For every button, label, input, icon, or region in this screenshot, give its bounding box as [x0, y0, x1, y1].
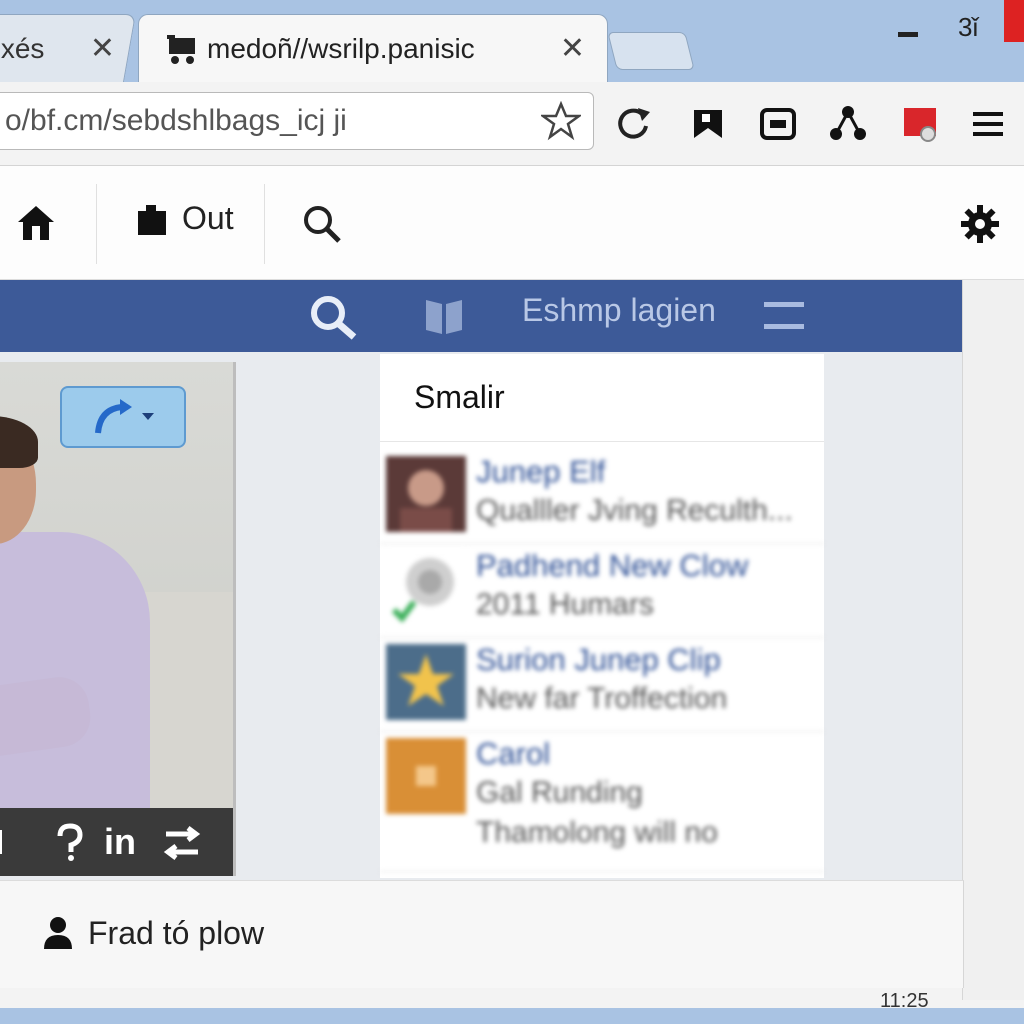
share-dropdown-button[interactable]	[60, 386, 186, 448]
item-subtitle: New far Troffection	[476, 682, 728, 715]
tab-label: xés	[0, 32, 45, 64]
page-header-bar: Eshmp lagien	[0, 280, 962, 352]
list-item[interactable]: Carol Gal Runding Thamolong will no	[380, 732, 824, 872]
out-label: Out	[182, 200, 234, 236]
tag-icon[interactable]	[0, 822, 32, 862]
user-photo-thumbnail	[386, 456, 466, 532]
header-title: Eshmp lagien	[522, 292, 716, 328]
browser-toolbar: o/bf.cm/sebdshlbags_icj ji	[0, 82, 1024, 166]
list-item[interactable]: Junep Elf Qualller Jving Reculth...	[380, 450, 824, 544]
tab-manager-icon[interactable]	[758, 104, 798, 144]
tab-label: medoñ//wsrilp.panisic	[207, 32, 475, 64]
swap-icon[interactable]	[160, 820, 204, 864]
window-label: 3ǐ	[958, 12, 979, 42]
taskbar	[0, 1008, 1024, 1024]
star-icon	[386, 644, 466, 720]
minimize-button[interactable]	[898, 32, 918, 37]
share-icon[interactable]	[828, 104, 868, 144]
item-subtitle: Qualller Jving Reculth...	[476, 494, 793, 527]
person-icon	[44, 917, 72, 949]
site-nav: Out	[0, 166, 1024, 280]
badge-icon	[386, 550, 466, 626]
feed-heading: Smalir	[380, 354, 824, 442]
out-button[interactable]: Out	[136, 200, 234, 237]
item-title: Surion Junep Clip	[476, 642, 721, 677]
scrollbar[interactable]	[962, 280, 1024, 1000]
tab-current[interactable]: medoñ//wsrilp.panisic ✕	[138, 14, 608, 82]
item-title: Junep Elf	[476, 454, 606, 489]
item-subtitle-2: Thamolong will no	[476, 816, 718, 849]
item-subtitle: 2011 Humars	[476, 588, 654, 621]
reload-icon[interactable]	[614, 104, 654, 144]
profile-photo[interactable]: in	[0, 362, 236, 876]
photo-person-hair	[0, 416, 38, 468]
gear-icon[interactable]	[960, 204, 1000, 244]
close-icon[interactable]: ✕	[560, 31, 585, 66]
share-arrow-icon	[95, 399, 154, 434]
cart-icon	[167, 34, 195, 64]
nav-divider	[264, 184, 265, 264]
list-item[interactable]: Padhend New Clow 2011 Humars	[380, 544, 824, 638]
menu-icon[interactable]	[968, 104, 1008, 144]
item-subtitle: Gal Runding	[476, 776, 643, 809]
bookmark-icon[interactable]	[688, 104, 728, 144]
linkedin-icon[interactable]: in	[104, 821, 136, 863]
feed-list: Junep Elf Qualller Jving Reculth... Padh…	[380, 450, 824, 872]
tab-strip: xés ✕ medoñ//wsrilp.panisic ✕ 3ǐ	[0, 0, 1024, 82]
home-icon[interactable]	[16, 204, 56, 242]
address-bar[interactable]: o/bf.cm/sebdshlbags_icj ji	[0, 92, 594, 150]
clock: 11:25	[880, 990, 929, 1012]
photo-footer-bar: in	[0, 808, 233, 876]
bag-icon	[138, 204, 166, 235]
close-window-button[interactable]	[1004, 0, 1024, 42]
bottom-bar: Frad tó plow	[0, 880, 964, 988]
feed-panel: Smalir Junep Elf Qualller Jving Reculth.…	[380, 354, 824, 878]
list-item[interactable]: Surion Junep Clip New far Troffection	[380, 638, 824, 732]
search-icon[interactable]	[308, 294, 360, 340]
follow-link[interactable]: Frad tó plow	[88, 915, 264, 952]
item-title: Padhend New Clow	[476, 548, 749, 583]
extension-icon[interactable]	[900, 104, 940, 144]
bookmark-star-icon[interactable]	[541, 101, 581, 141]
help-icon[interactable]	[50, 822, 90, 862]
close-icon[interactable]: ✕	[90, 31, 115, 66]
search-icon[interactable]	[302, 204, 342, 244]
app-icon	[386, 738, 466, 814]
address-text: o/bf.cm/sebdshlbags_icj ji	[5, 104, 347, 137]
menu-icon[interactable]	[762, 298, 806, 334]
item-title: Carol	[476, 736, 551, 771]
book-icon[interactable]	[422, 294, 466, 338]
new-tab-button[interactable]	[607, 32, 695, 70]
tab-previous[interactable]: xés ✕	[0, 14, 136, 82]
nav-divider	[96, 184, 97, 264]
